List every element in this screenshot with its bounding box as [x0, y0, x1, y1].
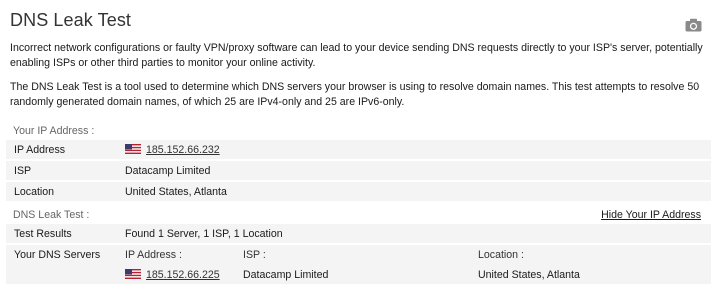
ip-address-value: 185.152.66.232 [125, 144, 220, 156]
us-flag-icon [125, 269, 141, 279]
table-row: Test Results Found 1 Server, 1 ISP, 1 Lo… [6, 224, 711, 244]
dns-server-location: United States, Atlanta [478, 269, 580, 281]
page-title: DNS Leak Test [10, 10, 132, 30]
hide-ip-link[interactable]: Hide Your IP Address [601, 209, 701, 221]
table-row: IP Address 185.152.66.232 [6, 140, 711, 160]
camera-icon[interactable] [685, 18, 702, 32]
description-paragraph: The DNS Leak Test is a tool used to dete… [10, 81, 700, 108]
intro-paragraph: Incorrect network configurations or faul… [10, 42, 703, 69]
dns-server-ip: 185.152.66.225 [125, 269, 220, 281]
ip-column-header: IP Address : [125, 249, 182, 261]
dns-server-isp: Datacamp Limited [243, 269, 329, 281]
location-value: United States, Atlanta [125, 186, 227, 198]
isp-column-header: ISP : [243, 249, 266, 261]
test-results-value: Found 1 Server, 1 ISP, 1 Location [125, 228, 283, 240]
location-label: Location [14, 186, 55, 198]
us-flag-icon [125, 144, 141, 154]
test-results-label: Test Results [14, 228, 72, 240]
isp-label: ISP [14, 165, 32, 177]
location-column-header: Location : [478, 249, 524, 261]
section-label: Your IP Address : [13, 125, 95, 137]
isp-value: Datacamp Limited [125, 165, 211, 177]
dns-server-ip-link[interactable]: 185.152.66.225 [146, 269, 220, 281]
your-ip-section-header: Your IP Address : [6, 121, 711, 140]
dns-servers-row: Your DNS Servers IP Address : ISP : Loca… [6, 245, 711, 285]
ip-address-link[interactable]: 185.152.66.232 [146, 144, 220, 156]
ip-address-label: IP Address [14, 144, 66, 156]
table-row: ISP Datacamp Limited [6, 161, 711, 181]
dns-leak-section-header: DNS Leak Test : Hide Your IP Address [6, 205, 711, 224]
dns-servers-label: Your DNS Servers [14, 249, 101, 261]
table-row: Location United States, Atlanta [6, 182, 711, 202]
section-label: DNS Leak Test : [13, 209, 90, 221]
dns-leak-test-panel: DNS Leak Test Incorrect network configur… [0, 0, 717, 292]
